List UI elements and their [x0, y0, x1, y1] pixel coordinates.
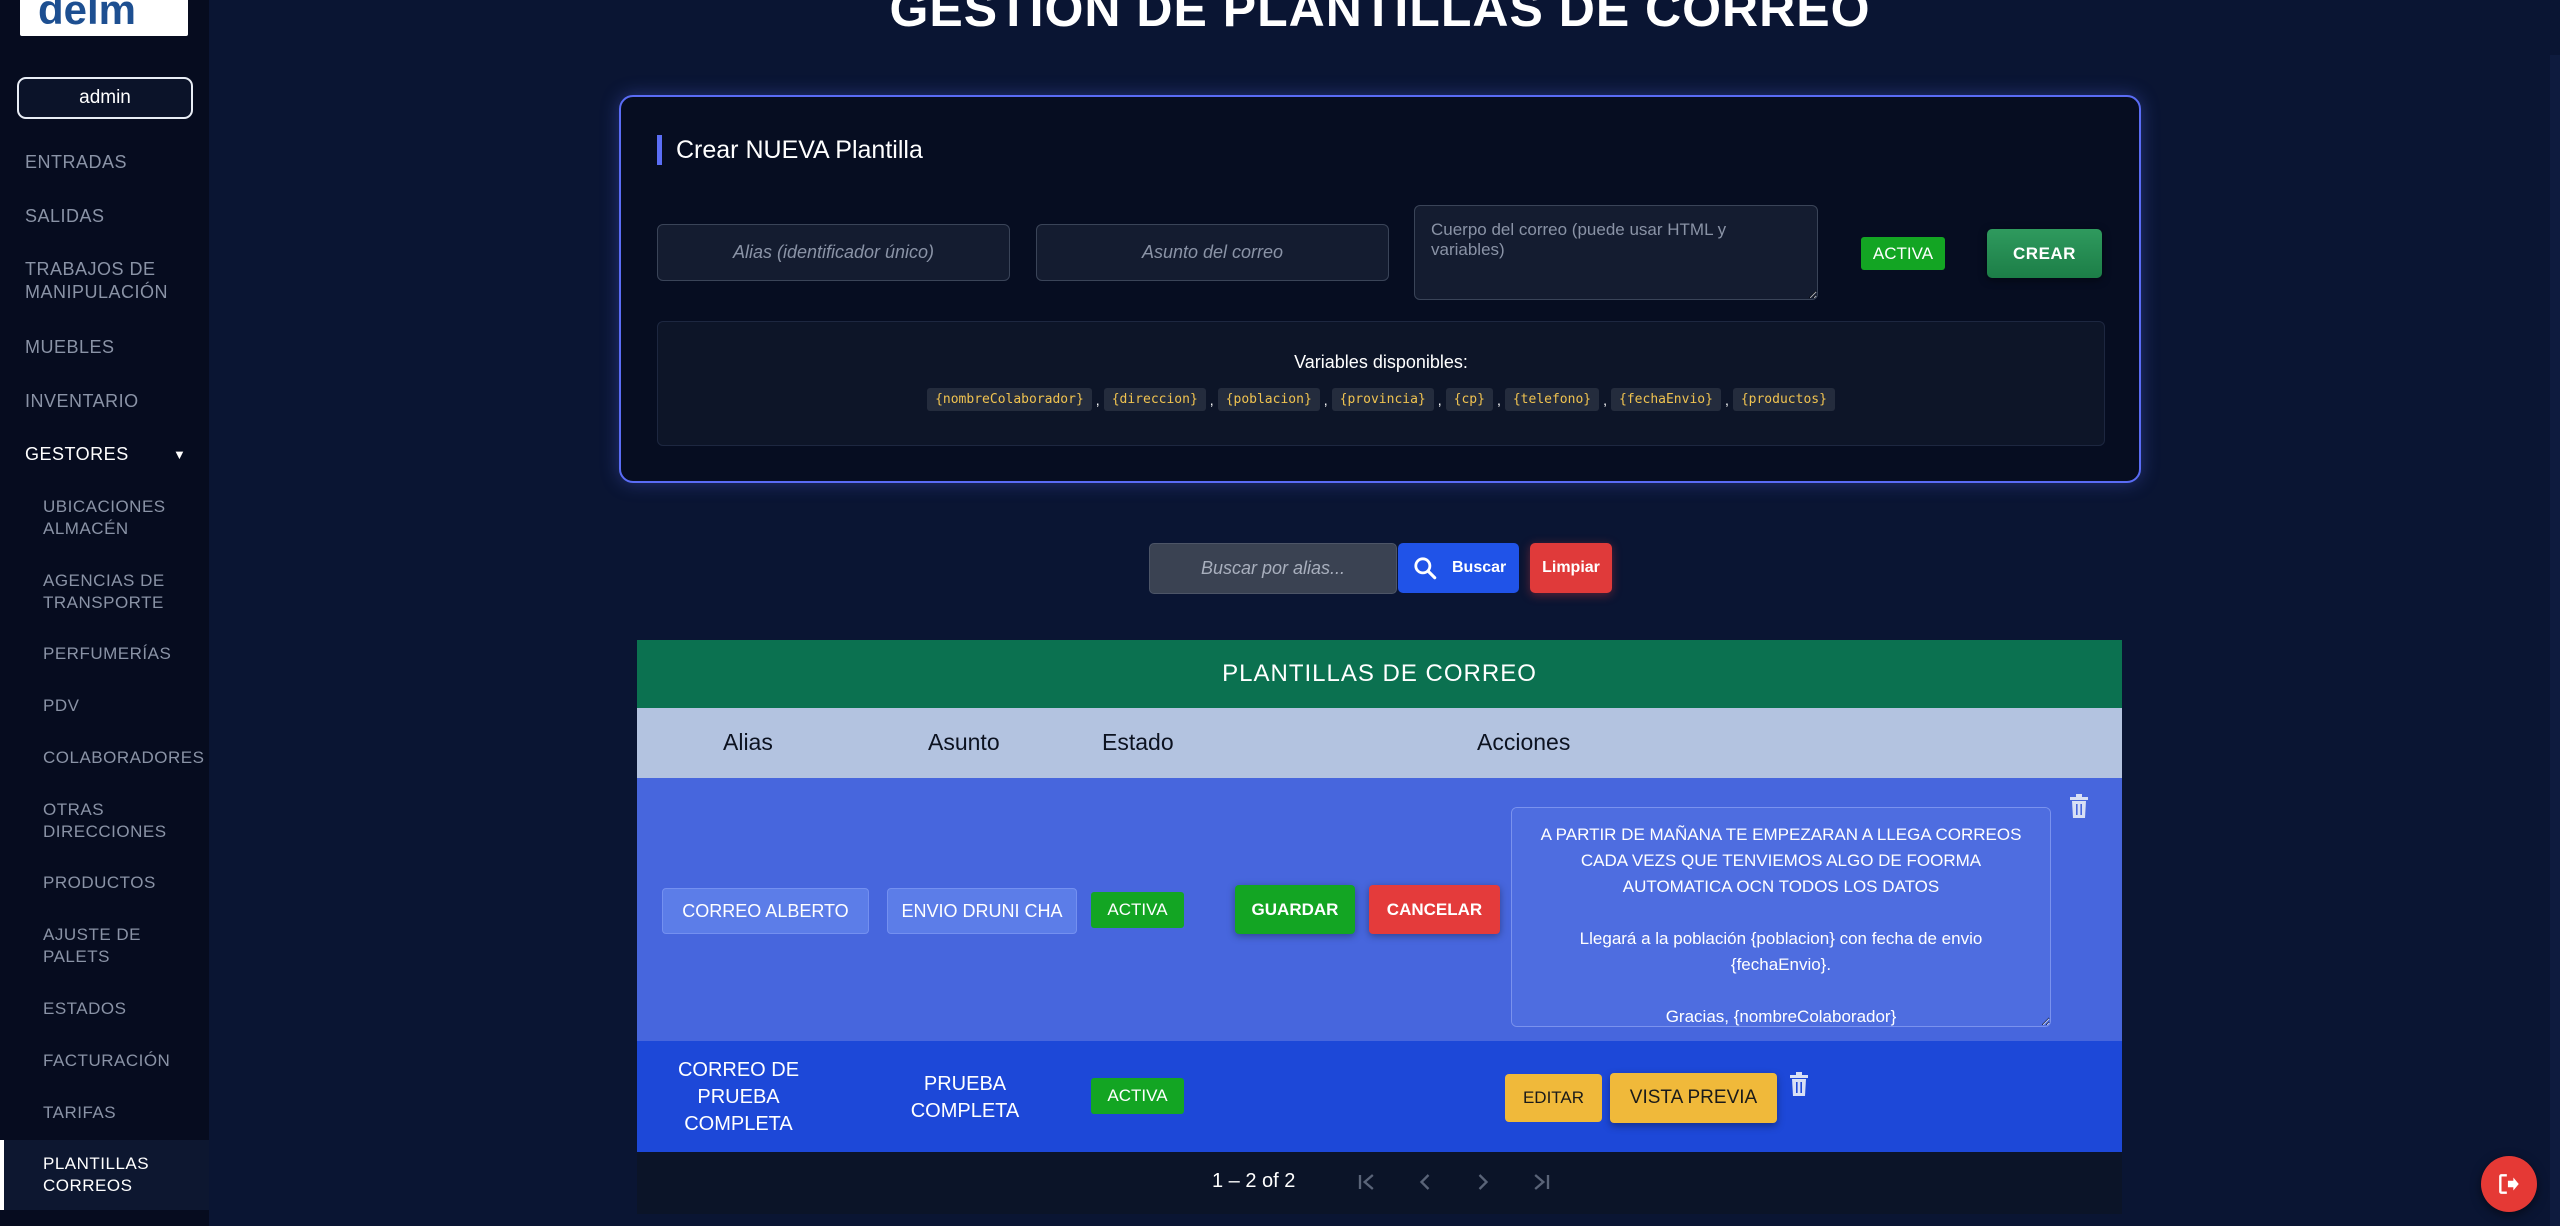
variable-chip: {poblacion}	[1217, 388, 1320, 411]
variables-panel: Variables disponibles: {nombreColaborado…	[657, 321, 2105, 446]
sidebar-subitem-plantillas-correos[interactable]: PLANTILLAS CORREOS	[43, 1153, 163, 1197]
sidebar-subitem-estados[interactable]: ESTADOS	[43, 998, 126, 1020]
scrollbar[interactable]	[2550, 55, 2560, 1226]
sidebar-subitem-facturacion[interactable]: FACTURACIÓN	[43, 1050, 170, 1072]
sidebar-item-muebles[interactable]: MUEBLES	[25, 336, 115, 359]
user-badge[interactable]: admin	[17, 77, 193, 119]
save-button[interactable]: GUARDAR	[1235, 885, 1355, 934]
sidebar-subitem-agencias[interactable]: AGENCIAS DE TRANSPORTE	[43, 570, 193, 614]
column-header-subject[interactable]: Asunto	[928, 729, 1000, 756]
variable-chip: {cp}	[1445, 388, 1493, 411]
variables-title: Variables disponibles:	[1294, 352, 1468, 372]
variable-chip: {nombreColaborador}	[927, 388, 1092, 411]
body-textarea[interactable]	[1414, 205, 1818, 300]
sidebar-subitem-ubicaciones[interactable]: UBICACIONES ALMACÉN	[43, 496, 193, 540]
pagination-range: 1 – 2 of 2	[1212, 1170, 1296, 1192]
column-header-status[interactable]: Estado	[1102, 729, 1174, 756]
search-icon	[1414, 557, 1437, 580]
row-alias-input[interactable]: CORREO ALBERTO	[662, 888, 869, 934]
sidebar-subitem-colaboradores[interactable]: COLABORADORES	[43, 747, 204, 769]
logout-icon	[2499, 1174, 2519, 1194]
clear-button[interactable]: Limpiar	[1530, 543, 1612, 593]
search-input[interactable]	[1149, 543, 1397, 594]
variable-chip: {direccion}	[1103, 388, 1206, 411]
sidebar-subitem-ajuste-palets[interactable]: AJUSTE DE PALETS	[43, 924, 153, 968]
row-status-badge: ACTIVA	[1091, 1078, 1184, 1114]
last-page-icon[interactable]	[1527, 1168, 1555, 1196]
edit-button[interactable]: EDITAR	[1505, 1074, 1602, 1122]
table-title: PLANTILLAS DE CORREO	[637, 640, 2122, 708]
company-logo: delm	[20, 0, 188, 36]
row-alias: CORREO DE PRUEBA COMPLETA	[677, 1059, 800, 1135]
chevron-down-icon[interactable]: ▼	[173, 447, 186, 462]
variable-chip: {telefono}	[1504, 388, 1600, 411]
row-status-badge[interactable]: ACTIVA	[1091, 892, 1184, 928]
create-template-card: Crear NUEVA Plantilla ACTIVA CREAR Varia…	[619, 95, 2141, 483]
trash-icon[interactable]	[1788, 1071, 1810, 1097]
variable-chip: {productos}	[1732, 388, 1835, 411]
cancel-button[interactable]: CANCELAR	[1369, 885, 1500, 934]
sidebar-item-salidas[interactable]: SALIDAS	[25, 205, 105, 228]
sidebar-item-gestores[interactable]: GESTORES	[25, 443, 129, 466]
variable-chip: {provincia}	[1331, 388, 1434, 411]
preview-button[interactable]: VISTA PREVIA	[1610, 1073, 1777, 1123]
trash-icon[interactable]	[2068, 793, 2090, 819]
search-button[interactable]: Buscar	[1398, 543, 1519, 593]
alias-input[interactable]	[657, 224, 1010, 281]
table-row-editing: CORREO ALBERTO ENVIO DRUNI CHA ACTIVA GU…	[637, 778, 2122, 1041]
sidebar-item-inventario[interactable]: INVENTARIO	[25, 390, 139, 413]
row-subject-input[interactable]: ENVIO DRUNI CHA	[887, 888, 1077, 934]
first-page-icon[interactable]	[1353, 1168, 1381, 1196]
sidebar-subitem-pdv[interactable]: PDV	[43, 695, 79, 717]
previous-page-icon[interactable]	[1411, 1168, 1439, 1196]
row-body-textarea[interactable]: A PARTIR DE MAÑANA TE EMPEZARAN A LLEGA …	[1511, 807, 2051, 1027]
table-row: CORREO DE PRUEBA COMPLETA PRUEBA COMPLET…	[637, 1041, 2122, 1152]
variable-chip: {fechaEnvio}	[1611, 388, 1721, 411]
sidebar-subitem-otras-direcciones[interactable]: OTRAS DIRECCIONES	[43, 799, 166, 843]
sidebar-item-entradas[interactable]: ENTRADAS	[25, 151, 127, 174]
logo-text: delm	[38, 0, 137, 33]
sidebar: delm admin ENTRADAS SALIDAS TRABAJOS DE …	[0, 0, 209, 1226]
status-toggle[interactable]: ACTIVA	[1861, 237, 1945, 270]
create-button[interactable]: CREAR	[1987, 229, 2102, 278]
page-title: GESTIÓN DE PLANTILLAS DE CORREO	[889, 0, 1871, 37]
sidebar-subitem-tarifas[interactable]: TARIFAS	[43, 1102, 116, 1124]
column-header-alias[interactable]: Alias	[723, 729, 773, 756]
column-header-actions: Acciones	[1477, 729, 1571, 755]
sidebar-subitem-productos[interactable]: PRODUCTOS	[43, 872, 156, 894]
logout-button[interactable]	[2481, 1156, 2537, 1212]
table-column-headers: Alias Asunto Estado Acciones	[637, 708, 2122, 778]
sidebar-item-trabajos[interactable]: TRABAJOS DE MANIPULACIÓN	[25, 258, 185, 304]
pagination-bar: 1 – 2 of 2	[637, 1152, 2122, 1214]
create-template-heading: Crear NUEVA Plantilla	[657, 135, 923, 165]
row-subject: PRUEBA COMPLETA	[910, 1073, 1020, 1122]
subject-input[interactable]	[1036, 224, 1389, 281]
next-page-icon[interactable]	[1469, 1168, 1497, 1196]
search-button-label: Buscar	[1452, 559, 1507, 576]
sidebar-subitem-perfumerias[interactable]: PERFUMERÍAS	[43, 643, 171, 665]
variables-list: {nombreColaborador}, {direccion}, {pobla…	[658, 388, 2104, 411]
